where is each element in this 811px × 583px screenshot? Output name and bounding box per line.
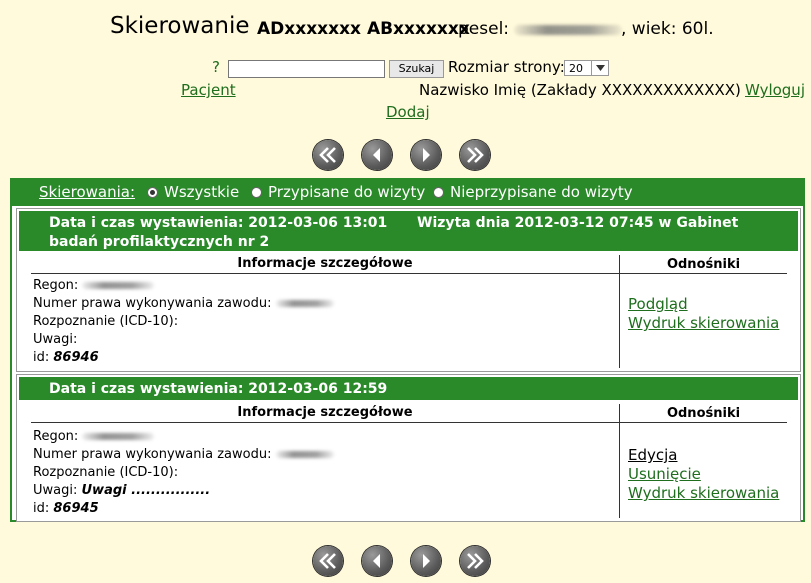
page-size-value: 20 xyxy=(569,62,583,75)
column-divider xyxy=(619,404,620,518)
referral-issued: Data i czas wystawienia: 2012-03-06 12:5… xyxy=(49,381,388,397)
license-redacted xyxy=(275,451,334,458)
first-page-button[interactable] xyxy=(313,140,343,170)
regon-row: Regon: xyxy=(33,277,613,295)
filter-option-unassigned[interactable]: Nieprzypisane do wizyty xyxy=(433,183,633,201)
first-page-icon xyxy=(319,553,336,569)
diagnosis-row: Rozpoznanie (ICD-10): xyxy=(33,465,179,480)
id-row: id: 86946 xyxy=(33,350,99,365)
header-divider xyxy=(31,273,787,274)
referral-id: 86946 xyxy=(53,350,99,365)
add-link[interactable]: Dodaj xyxy=(386,103,430,121)
next-page-icon xyxy=(423,554,430,568)
help-link[interactable]: ? xyxy=(212,58,220,76)
refs-column-header: Odnośniki xyxy=(666,406,741,421)
pesel-label: pesel: xyxy=(458,19,510,39)
page-size-label: Rozmiar strony: xyxy=(448,58,565,76)
last-page-button[interactable] xyxy=(460,140,490,170)
details-column-header: Informacje szczegółowe xyxy=(237,256,413,271)
patient-code: ADxxxxxxx ABxxxxxxx xyxy=(257,19,470,39)
referral-card: Data i czas wystawienia: 2012-03-06 12:5… xyxy=(16,374,801,522)
next-page-button-bottom[interactable] xyxy=(411,546,441,576)
search-input[interactable] xyxy=(228,60,385,78)
patient-link[interactable]: Pacjent xyxy=(181,81,236,99)
first-page-icon xyxy=(319,147,336,163)
page-size-select[interactable]: 20 xyxy=(564,60,609,76)
regon-redacted xyxy=(82,433,155,440)
referral-card: Data i czas wystawienia: 2012-03-06 13:0… xyxy=(16,208,801,372)
license-row: Numer prawa wykonywania zawodu: xyxy=(33,446,613,464)
edit-link[interactable]: Edycja xyxy=(628,446,779,465)
filter-option-assigned-label: Przypisane do wizyty xyxy=(268,183,426,201)
radio-all[interactable] xyxy=(147,187,158,198)
regon-row: Regon: xyxy=(33,428,613,446)
referral-details: Regon: Numer prawa wykonywania zawodu: R… xyxy=(33,277,613,367)
print-referral-link[interactable]: Wydruk skierowania xyxy=(628,484,779,503)
referral-id: 86945 xyxy=(53,501,99,516)
license-row: Numer prawa wykonywania zawodu: xyxy=(33,295,613,313)
page-title: Skierowanie xyxy=(110,13,250,39)
previous-page-icon xyxy=(373,148,380,162)
previous-page-button-bottom[interactable] xyxy=(362,546,392,576)
previous-page-icon xyxy=(373,554,380,568)
logout-link[interactable]: Wyloguj xyxy=(745,81,805,99)
notes-row: Uwagi: Uwagi ................ xyxy=(33,483,211,498)
filter-option-unassigned-label: Nieprzypisane do wizyty xyxy=(450,183,633,201)
last-page-button-bottom[interactable] xyxy=(460,546,490,576)
column-divider xyxy=(619,255,620,368)
search-button[interactable]: Szukaj xyxy=(389,60,444,78)
referral-issued: Data i czas wystawienia: 2012-03-06 13:0… xyxy=(49,215,388,231)
details-column-header: Informacje szczegółowe xyxy=(237,405,413,420)
radio-unassigned[interactable] xyxy=(433,187,444,198)
last-page-icon xyxy=(467,553,484,569)
preview-link[interactable]: Podgląd xyxy=(628,295,779,314)
filter-option-all[interactable]: Wszystkie xyxy=(147,183,239,201)
id-row: id: 86945 xyxy=(33,501,99,516)
delete-link[interactable]: Usunięcie xyxy=(628,465,779,484)
chevron-down-icon xyxy=(591,61,608,75)
filter-bar: Skierowania: Wszystkie Przypisane do wiz… xyxy=(12,180,803,206)
header-divider xyxy=(31,422,787,423)
next-page-icon xyxy=(423,148,430,162)
notes-row: Uwagi: xyxy=(33,332,78,347)
referral-notes: Uwagi ................ xyxy=(81,483,211,498)
filter-label[interactable]: Skierowania: xyxy=(39,183,135,201)
referrals-panel: Skierowania: Wszystkie Przypisane do wiz… xyxy=(10,178,805,522)
last-page-icon xyxy=(467,147,484,163)
referral-details: Regon: Numer prawa wykonywania zawodu: R… xyxy=(33,428,613,518)
print-referral-link[interactable]: Wydruk skierowania xyxy=(628,314,779,333)
regon-redacted xyxy=(82,282,155,289)
refs-column-header: Odnośniki xyxy=(666,257,741,272)
referral-header: Data i czas wystawienia: 2012-03-06 13:0… xyxy=(19,211,798,251)
radio-assigned[interactable] xyxy=(251,187,262,198)
age-text: , wiek: 60l. xyxy=(621,19,714,39)
first-page-button-bottom[interactable] xyxy=(313,546,343,576)
referral-links: Podgląd Wydruk skierowania xyxy=(628,295,779,333)
referral-header: Data i czas wystawienia: 2012-03-06 12:5… xyxy=(19,377,798,400)
user-name: Nazwisko Imię (Zakłady XXXXXXXXXXXXX) xyxy=(419,81,741,99)
pesel-redacted xyxy=(514,25,622,35)
license-redacted xyxy=(275,300,334,307)
referral-links: Edycja Usunięcie Wydruk skierowania xyxy=(628,446,779,503)
next-page-button[interactable] xyxy=(411,140,441,170)
previous-page-button[interactable] xyxy=(362,140,392,170)
filter-option-assigned[interactable]: Przypisane do wizyty xyxy=(251,183,425,201)
diagnosis-row: Rozpoznanie (ICD-10): xyxy=(33,314,179,329)
filter-option-all-label: Wszystkie xyxy=(164,183,240,201)
